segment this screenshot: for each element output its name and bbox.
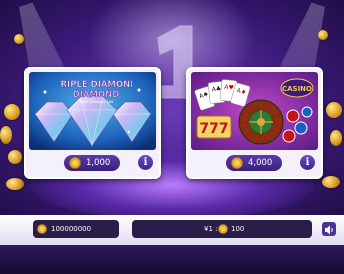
bottom-background [0,245,344,274]
casino-image: A♠ A♣ A♥ A♦ 777 CASINO [191,72,318,150]
triple-diamond-logo: TRIPLE DIAMOND DIAMOND Triple Diamond Sl… [60,80,132,104]
info-icon: i [143,157,148,168]
game-title: CASINO [282,85,312,93]
svg-text:DIAMOND: DIAMOND [73,90,120,100]
info-button[interactable]: i [138,155,153,170]
game-card-casino[interactable]: A♠ A♣ A♥ A♦ 777 CASINO 4,000 i [186,67,323,179]
price-label: 4,000 [248,158,273,168]
bet-rate-display: ¥1 : 100 [132,220,312,238]
svg-text:777: 777 [199,121,228,137]
game-card-triple-diamond[interactable]: TRIPLE DIAMOND DIAMOND Triple Diamond Sl… [24,67,161,179]
coin-decoration [318,30,328,40]
info-icon: i [305,157,310,168]
card-footer: 1,000 i [26,150,159,177]
casino-artwork[interactable]: A♠ A♣ A♥ A♦ 777 CASINO [191,72,318,150]
coin-icon [231,157,243,169]
coin-balance-display: 100000000 [33,220,119,238]
card-footer: 4,000 i [188,150,321,177]
bet-rate-value: 100 [231,225,245,233]
coin-decoration [14,34,24,44]
coin-decoration [6,178,24,190]
coin-decoration [0,126,12,144]
bottom-status-bar: 100000000 ¥1 : 100 [0,215,344,245]
sound-toggle-button[interactable] [322,222,336,236]
balance-value: 100000000 [51,225,92,233]
bet-rate-label: ¥1 : [204,225,218,233]
coin-decoration [330,130,342,146]
play-price-button[interactable]: 1,000 [64,155,120,171]
coin-icon [37,224,47,234]
svg-text:A♣: A♣ [211,85,221,93]
svg-text:A♥: A♥ [224,84,234,92]
speaker-icon [325,225,333,235]
coin-icon [69,157,81,169]
coin-decoration [8,150,22,164]
coin-decoration [4,104,20,120]
info-button[interactable]: i [300,155,315,170]
game-subtitle: Triple Diamond Slot [78,100,114,104]
coin-decoration [322,176,340,188]
coin-decoration [326,102,342,118]
price-label: 1,000 [86,158,111,168]
coin-icon [218,224,228,234]
play-price-button[interactable]: 4,000 [226,155,282,171]
game-title: TRIPLE DIAMOND [60,80,132,90]
